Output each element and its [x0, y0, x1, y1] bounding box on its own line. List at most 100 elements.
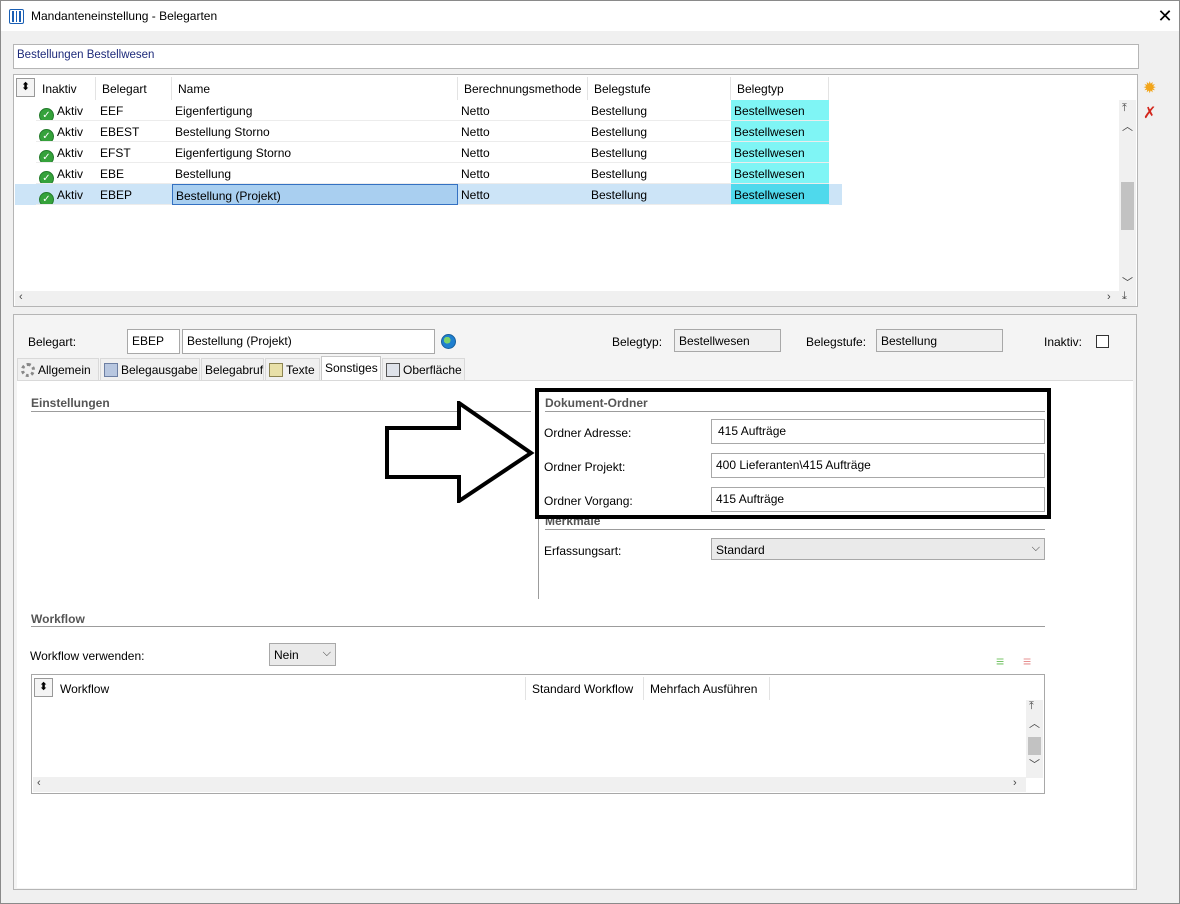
check-icon: ✓: [39, 192, 54, 204]
cell-belegart: EBE: [97, 163, 173, 184]
cell-inaktiv-text: Aktiv: [57, 146, 84, 160]
belegtyp-label: Belegtyp:: [612, 335, 663, 349]
cell-inaktiv: ✓ Aktiv: [36, 142, 97, 163]
tab-label: Belegausgabe: [121, 363, 198, 377]
table-row[interactable]: ✓ Aktiv EBEST Bestellung Storno Netto Bes…: [15, 121, 842, 142]
column-header-belegstufe[interactable]: Belegstufe: [588, 77, 731, 100]
check-icon: ✓: [39, 129, 54, 141]
scroll-bottom-icon[interactable]: ⤓: [1122, 290, 1127, 303]
scroll-left-icon[interactable]: ‹: [19, 291, 23, 303]
scroll-left-icon[interactable]: ‹: [37, 777, 41, 789]
cell-typ: Bestellwesen: [731, 184, 829, 205]
divider: [545, 529, 1045, 530]
scroll-down-icon[interactable]: ﹀: [1122, 274, 1133, 290]
cell-belegart: EFST: [97, 142, 173, 163]
tab-label: Allgemein: [38, 363, 91, 377]
detail-panel: Belegart: EBEP Bestellung (Projekt) Bele…: [13, 314, 1137, 890]
cell-name: Bestellung Storno: [172, 121, 458, 142]
tab-label: Oberfläche: [403, 363, 462, 377]
cell-stufe: Bestellung: [588, 121, 731, 142]
workflow-verwenden-select[interactable]: Nein ⌵: [269, 643, 336, 666]
cell-stufe: Bestellung: [588, 142, 731, 163]
cell-inaktiv: ✓ Aktiv: [36, 121, 97, 142]
belegstufe-field: Bestellung: [876, 329, 1003, 352]
vertical-scrollbar[interactable]: ⤒ ︿ ﹀ ⤓: [1119, 100, 1136, 306]
title-bar: Mandanteneinstellung - Belegarten ✕: [1, 1, 1179, 31]
scroll-thumb[interactable]: [1028, 737, 1041, 755]
delete-cross-icon[interactable]: ✗: [1143, 103, 1156, 123]
vertical-scrollbar[interactable]: ⤒ ︿ ﹀: [1026, 700, 1043, 778]
tab-label: Belegabruf: [205, 363, 264, 377]
window-title: Mandanteneinstellung - Belegarten: [31, 9, 218, 23]
tab-sonstiges[interactable]: Sonstiges: [321, 356, 381, 380]
scroll-right-icon[interactable]: ›: [1013, 777, 1017, 789]
tab-belegabruf[interactable]: Belegabruf: [201, 358, 264, 380]
workflow-title: Workflow: [31, 612, 85, 626]
gear-icon: [21, 363, 35, 377]
cell-name[interactable]: Bestellung (Projekt): [172, 184, 458, 205]
horizontal-scrollbar[interactable]: ‹ ›: [15, 291, 1119, 306]
highlight-frame: [535, 388, 1051, 519]
table-row[interactable]: ✓ Aktiv EFST Eigenfertigung Storno Netto …: [15, 142, 842, 163]
scroll-thumb[interactable]: [1121, 182, 1134, 230]
column-header-mehrfach-ausfuehren[interactable]: Mehrfach Ausführen: [644, 677, 770, 700]
filter-field[interactable]: Bestellungen Bestellwesen: [13, 44, 1139, 69]
scroll-up-icon[interactable]: ︿: [1122, 118, 1133, 134]
layout-icon: [386, 363, 400, 377]
workflow-verwenden-value: Nein: [274, 648, 299, 662]
erfassungsart-value: Standard: [716, 543, 765, 557]
cell-typ: Bestellwesen: [731, 142, 829, 163]
column-header-berechnungsmethode[interactable]: Berechnungsmethode: [458, 77, 588, 100]
cell-belegart: EEF: [97, 100, 173, 121]
sort-icon[interactable]: ⬍: [16, 78, 35, 97]
tab-belegausgabe[interactable]: Belegausgabe: [100, 358, 200, 380]
belegarten-grid: ⬍ Inaktiv Belegart Name Berechnungsmetho…: [13, 74, 1138, 307]
belegart-code-field[interactable]: EBEP: [127, 329, 180, 354]
tab-allgemein[interactable]: Allgemein: [17, 358, 99, 380]
remove-row-icon[interactable]: ≡: [1023, 653, 1041, 669]
column-header-standard-workflow[interactable]: Standard Workflow: [526, 677, 644, 700]
column-header-belegtyp[interactable]: Belegtyp: [731, 77, 829, 100]
einstellungen-title: Einstellungen: [31, 396, 110, 410]
belegart-label: Belegart:: [28, 335, 77, 349]
cell-stufe: Bestellung: [588, 100, 731, 121]
table-row[interactable]: ✓ Aktiv EBE Bestellung Netto Bestellung B…: [15, 163, 842, 184]
tab-oberflaeche[interactable]: Oberfläche: [382, 358, 465, 380]
cell-methode: Netto: [458, 184, 588, 205]
cell-methode: Netto: [458, 142, 588, 163]
scroll-right-icon[interactable]: ›: [1107, 291, 1111, 303]
column-header-workflow[interactable]: Workflow: [54, 677, 526, 700]
cell-inaktiv-text: Aktiv: [57, 188, 84, 202]
tab-texte[interactable]: Texte: [265, 358, 320, 380]
cell-name: Eigenfertigung: [172, 100, 458, 121]
close-icon[interactable]: ✕: [1155, 5, 1175, 27]
cell-name: Eigenfertigung Storno: [172, 142, 458, 163]
column-header-inaktiv[interactable]: Inaktiv: [36, 77, 96, 100]
scroll-down-icon[interactable]: ﹀: [1029, 756, 1040, 772]
inaktiv-checkbox[interactable]: [1096, 335, 1109, 348]
column-header-belegart[interactable]: Belegart: [96, 77, 172, 100]
belegart-name-field[interactable]: Bestellung (Projekt): [182, 329, 435, 354]
horizontal-scrollbar[interactable]: ‹ ›: [33, 777, 1026, 792]
scroll-top-icon[interactable]: ⤒: [1122, 102, 1127, 115]
sort-icon[interactable]: ⬍: [34, 678, 53, 697]
divider: [31, 626, 1045, 627]
tab-label: Texte: [286, 363, 315, 377]
new-star-icon[interactable]: ✹: [1143, 78, 1156, 98]
cell-inaktiv-text: Aktiv: [57, 104, 84, 118]
globe-icon[interactable]: [441, 334, 456, 349]
erfassungsart-select[interactable]: Standard ⌵: [711, 538, 1045, 560]
table-row-selected[interactable]: ✓ Aktiv EBEP Bestellung (Projekt) Netto B…: [15, 184, 842, 205]
scroll-up-icon[interactable]: ︿: [1029, 715, 1040, 731]
table-row[interactable]: ✓ Aktiv EEF Eigenfertigung Netto Bestellu…: [15, 100, 842, 121]
scroll-top-icon[interactable]: ⤒: [1029, 700, 1034, 713]
add-row-icon[interactable]: ≡: [996, 653, 1014, 669]
column-header-name[interactable]: Name: [172, 77, 458, 100]
cell-stufe: Bestellung: [588, 163, 731, 184]
belegstufe-label: Belegstufe:: [806, 335, 867, 349]
cell-methode: Netto: [458, 163, 588, 184]
cell-inaktiv-text: Aktiv: [57, 125, 84, 139]
inaktiv-label: Inaktiv:: [1044, 335, 1083, 349]
tab-label: Sonstiges: [325, 361, 378, 375]
notepad-icon: [269, 363, 283, 377]
